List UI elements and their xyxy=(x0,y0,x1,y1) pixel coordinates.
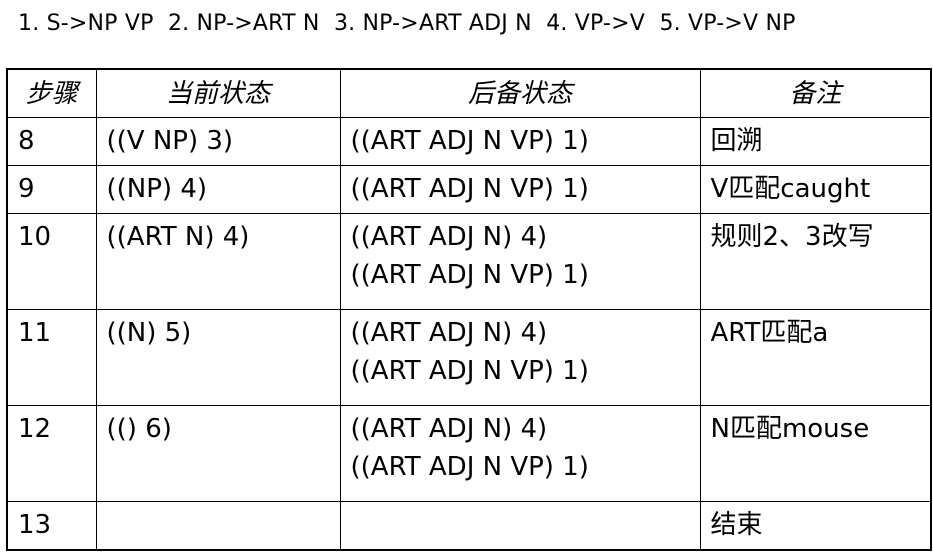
table-row: 10 ((ART N) 4) ((ART ADJ N) 4) ((ART ADJ… xyxy=(6,213,932,310)
cell-step: 12 xyxy=(6,405,97,502)
table-row: 11 ((N) 5) ((ART ADJ N) 4) ((ART ADJ N V… xyxy=(6,309,932,406)
cell-note: 回溯 xyxy=(699,117,932,166)
cell-current-state: ((NP) 4) xyxy=(95,165,341,214)
backup-line: ((ART ADJ N VP) 1) xyxy=(350,174,589,204)
cell-note: N匹配mouse xyxy=(699,405,932,502)
cell-backup-state: ((ART ADJ N) 4) ((ART ADJ N VP) 1) xyxy=(339,309,701,406)
backup-line: ((ART ADJ N VP) 1) xyxy=(350,452,589,482)
header-current-state: 当前状态 xyxy=(95,68,341,118)
cell-note: 规则2、3改写 xyxy=(699,213,932,310)
header-step: 步骤 xyxy=(6,68,97,118)
cell-step: 11 xyxy=(6,309,97,406)
table-header-row: 步骤 当前状态 后备状态 备注 xyxy=(6,68,932,118)
cell-current-state: ((N) 5) xyxy=(95,309,341,406)
header-backup-state: 后备状态 xyxy=(339,68,701,118)
cell-current-state: ((V NP) 3) xyxy=(95,117,341,166)
parse-trace-table: 步骤 当前状态 后备状态 备注 8 ((V NP) 3) ((ART ADJ N… xyxy=(6,68,932,551)
backup-line: ((ART ADJ N) 4) xyxy=(350,414,548,444)
cell-step: 10 xyxy=(6,213,97,310)
backup-line: ((ART ADJ N VP) 1) xyxy=(350,260,589,290)
cell-step: 8 xyxy=(6,117,97,166)
table-row: 12 (() 6) ((ART ADJ N) 4) ((ART ADJ N VP… xyxy=(6,405,932,502)
cell-current-state: (() 6) xyxy=(95,405,341,502)
cell-note: ART匹配a xyxy=(699,309,932,406)
grammar-rules-line: 1. S->NP VP 2. NP->ART N 3. NP->ART ADJ … xyxy=(18,11,796,36)
table-row: 13 结束 xyxy=(6,501,932,550)
header-note: 备注 xyxy=(699,68,932,118)
backup-line: ((ART ADJ N) 4) xyxy=(350,318,548,348)
cell-step: 9 xyxy=(6,165,97,214)
cell-current-state xyxy=(95,501,341,550)
table-row: 8 ((V NP) 3) ((ART ADJ N VP) 1) 回溯 xyxy=(6,117,932,166)
cell-note: 结束 xyxy=(699,501,932,550)
backup-line: ((ART ADJ N) 4) xyxy=(350,222,548,252)
cell-current-state: ((ART N) 4) xyxy=(95,213,341,310)
table-row: 9 ((NP) 4) ((ART ADJ N VP) 1) V匹配caught xyxy=(6,165,932,214)
backup-line: ((ART ADJ N VP) 1) xyxy=(350,356,589,386)
cell-note: V匹配caught xyxy=(699,165,932,214)
cell-backup-state: ((ART ADJ N VP) 1) xyxy=(339,117,701,166)
backup-line: ((ART ADJ N VP) 1) xyxy=(350,126,589,156)
cell-step: 13 xyxy=(6,501,97,550)
cell-backup-state: ((ART ADJ N VP) 1) xyxy=(339,165,701,214)
cell-backup-state: ((ART ADJ N) 4) ((ART ADJ N VP) 1) xyxy=(339,405,701,502)
cell-backup-state xyxy=(339,501,701,550)
cell-backup-state: ((ART ADJ N) 4) ((ART ADJ N VP) 1) xyxy=(339,213,701,310)
